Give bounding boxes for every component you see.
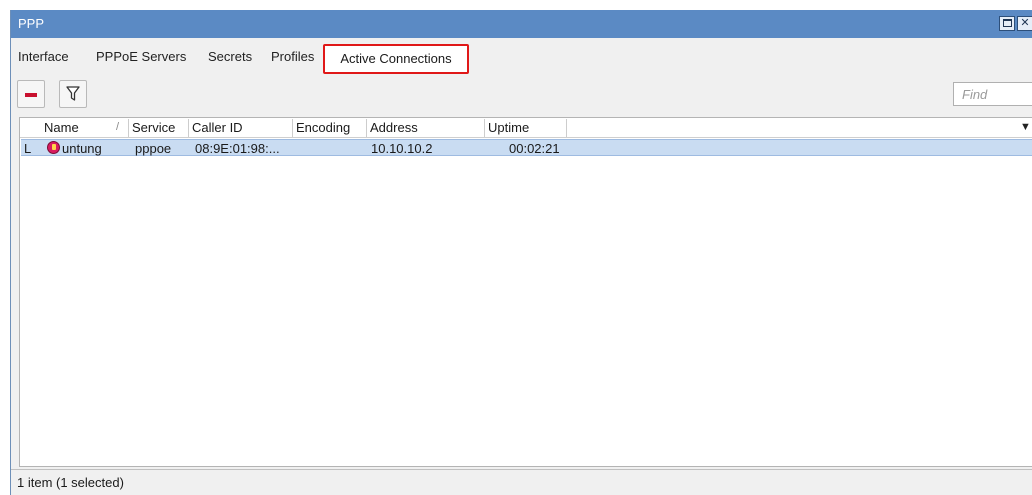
row-flag: L (24, 141, 32, 156)
cell-address: 10.10.10.2 (371, 141, 433, 156)
remove-button[interactable] (17, 80, 45, 108)
status-bar: 1 item (1 selected) (11, 469, 1032, 495)
cell-caller-id: 08:9E:01:98:... (195, 141, 280, 156)
filter-icon (66, 86, 80, 101)
column-name[interactable]: Name (44, 120, 79, 137)
sort-indicator: / (116, 121, 120, 133)
toolbar: Find (11, 80, 1032, 112)
table-row[interactable]: L untung pppoe 08:9E:01:98:... 10.10.10.… (21, 139, 1032, 156)
column-caller-id[interactable]: Caller ID (192, 120, 243, 137)
tab-profiles[interactable]: Profiles (271, 49, 314, 64)
cell-uptime: 00:02:21 (509, 141, 560, 156)
tab-pppoe-servers[interactable]: PPPoE Servers (96, 49, 186, 64)
column-encoding[interactable]: Encoding (296, 120, 350, 137)
filter-button[interactable] (59, 80, 87, 108)
status-text: 1 item (1 selected) (17, 475, 124, 490)
window-title: PPP (18, 16, 45, 31)
chevron-down-icon[interactable]: ▼ (1020, 121, 1031, 133)
minus-icon (25, 93, 37, 97)
column-address[interactable]: Address (370, 120, 418, 137)
cell-name: untung (62, 141, 102, 156)
find-input[interactable]: Find (953, 82, 1032, 106)
tab-secrets[interactable]: Secrets (208, 49, 252, 64)
column-service[interactable]: Service (132, 120, 175, 137)
maximize-icon[interactable] (999, 16, 1015, 31)
titlebar[interactable]: PPP ✕ (11, 10, 1032, 38)
ppp-window: PPP ✕ Interface PPPoE Servers Secrets Pr… (10, 10, 1032, 495)
connections-table: Name / Service Caller ID Encoding Addres… (19, 117, 1032, 467)
table-header: Name / Service Caller ID Encoding Addres… (20, 118, 1032, 138)
user-connection-icon (47, 141, 60, 154)
cell-service: pppoe (135, 141, 172, 156)
tab-bar: Interface PPPoE Servers Secrets Profiles… (11, 44, 1032, 76)
close-icon[interactable]: ✕ (1017, 16, 1032, 31)
tab-active-connections[interactable]: Active Connections (323, 44, 469, 74)
tab-interface[interactable]: Interface (18, 49, 69, 64)
column-uptime[interactable]: Uptime (488, 120, 529, 137)
